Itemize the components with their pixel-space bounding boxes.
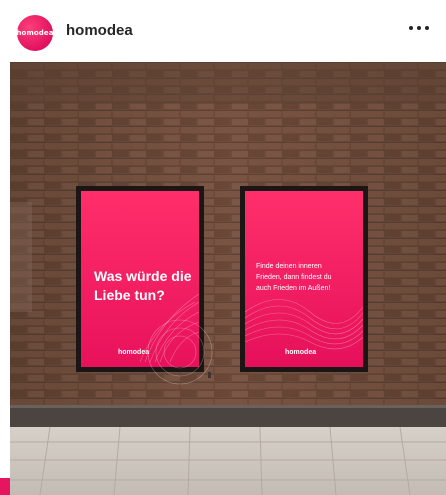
account-username[interactable]: homodea xyxy=(66,22,133,39)
more-options-button[interactable] xyxy=(406,18,432,38)
post-header: homodea homodea xyxy=(0,0,446,62)
body-line-3: auch Frieden im Außen! xyxy=(256,285,331,292)
profile-avatar[interactable]: homodea xyxy=(16,15,54,51)
adjacent-post-edge xyxy=(0,478,10,495)
headline-line-1: Was würde die xyxy=(94,268,192,284)
headline-line-2: Liebe tun? xyxy=(94,287,165,303)
post-photo[interactable]: Was würde die Liebe tun? homodea Finde d… xyxy=(10,62,446,495)
more-horizontal-icon xyxy=(409,26,429,30)
billboard-photo-image xyxy=(10,62,446,495)
body-line-2: Frieden, dann findest du xyxy=(256,274,332,281)
billboard-left-headline: Was würde die Liebe tun? xyxy=(94,267,204,305)
billboard-right-body: Finde deinen inneren Frieden, dann finde… xyxy=(256,261,361,294)
billboard-left-brand: homodea xyxy=(118,349,150,356)
body-line-1: Finde deinen inneren xyxy=(256,263,322,270)
avatar-logo-text: homodea xyxy=(16,29,54,37)
billboard-right-brand: homodea xyxy=(285,349,317,356)
